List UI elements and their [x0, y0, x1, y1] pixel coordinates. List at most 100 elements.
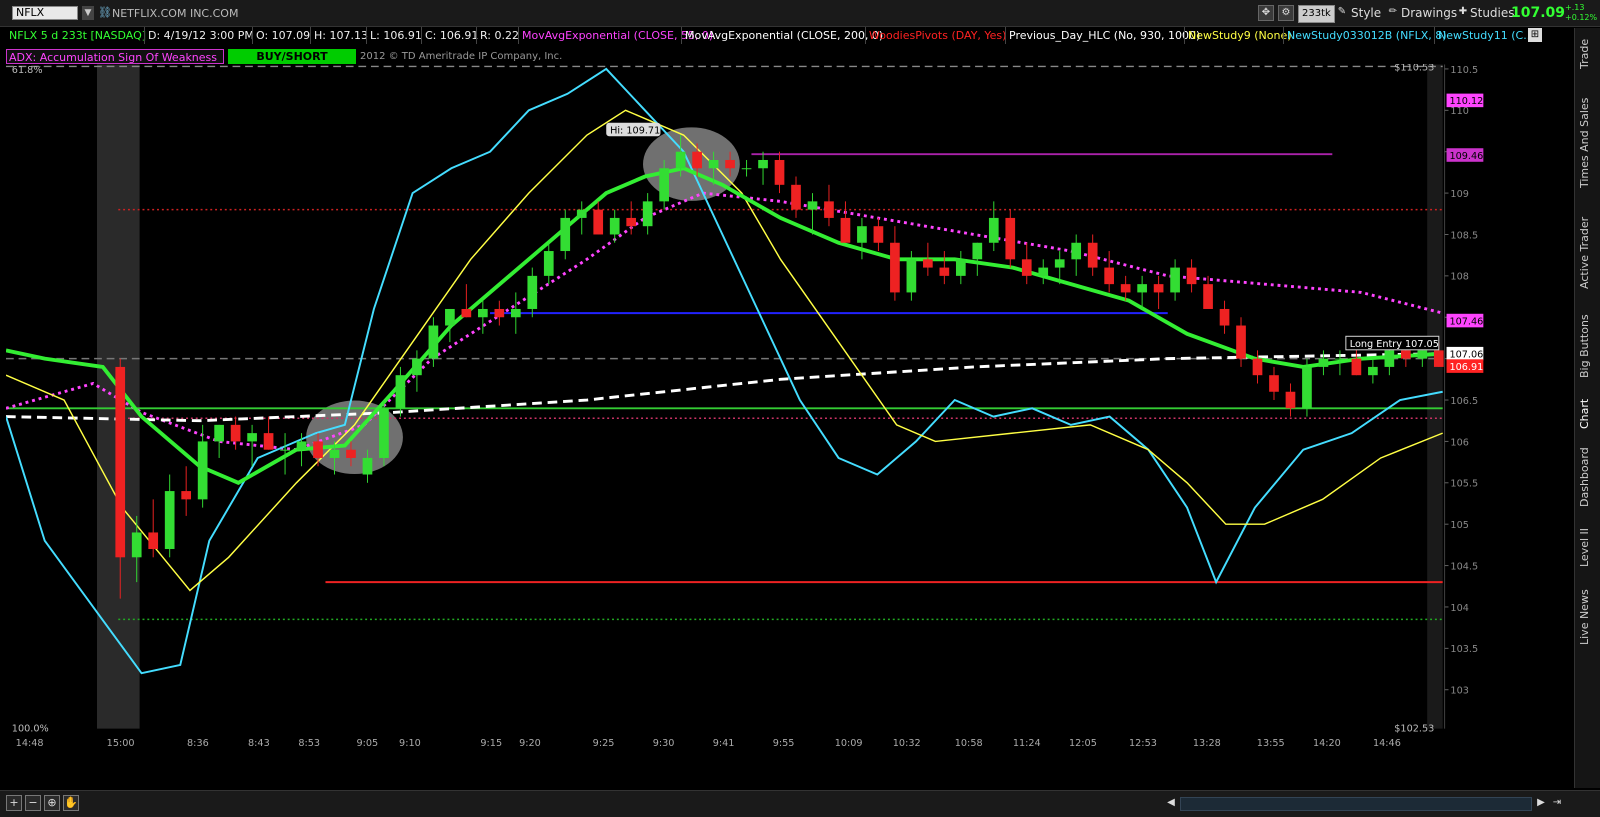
y-tick-label: 109 — [1450, 189, 1468, 200]
scroll-right-icon[interactable]: ▶ — [1534, 796, 1548, 810]
study-newstudy9[interactable]: NewStudy9 (None) — [1184, 27, 1292, 44]
candle-body — [461, 308, 472, 318]
wrench-icon[interactable]: ⚙ — [1278, 5, 1294, 21]
tab-live-news[interactable]: Live News — [1578, 582, 1598, 652]
tab-big-buttons[interactable]: Big Buttons — [1578, 306, 1598, 386]
candle-body — [824, 201, 834, 218]
y-tick-label: 108 — [1450, 272, 1468, 283]
bar-close: C: 106.91 — [421, 27, 478, 44]
study-newstudy11[interactable]: NewStudy11 (C... — [1434, 27, 1534, 44]
x-tick-label: 8:53 — [298, 738, 320, 749]
hand-icon[interactable]: ✋ — [63, 795, 79, 811]
buy-short-signal: BUY/SHORT — [228, 49, 356, 64]
style-icon[interactable]: ✎ — [1334, 5, 1350, 21]
bar-open: O: 107.09 — [252, 27, 310, 44]
candle-body — [1368, 366, 1378, 376]
candle-body — [1104, 267, 1115, 285]
study-bar: NFLX 5 d 233t [NASDAQ] D: 4/19/12 3:00 P… — [6, 27, 1542, 44]
candle-body — [758, 159, 768, 169]
candle-body — [379, 408, 389, 458]
candle-body — [741, 168, 752, 170]
candle-body — [395, 375, 406, 409]
x-tick-label: 14:46 — [1373, 738, 1401, 749]
scroll-left-icon[interactable]: ◀ — [1164, 796, 1178, 810]
tab-times-and-sales[interactable]: Times And Sales — [1578, 88, 1598, 198]
candle-body — [1087, 242, 1098, 268]
studies-button[interactable]: Studies — [1470, 5, 1515, 21]
scroll-end-icon[interactable]: ⇥ — [1550, 796, 1564, 810]
studies-icon[interactable]: ✚ — [1455, 5, 1471, 21]
candle-body — [1186, 267, 1197, 285]
candle-body — [1219, 308, 1230, 326]
tick-badge[interactable]: 233tk — [1298, 5, 1335, 23]
candle-body — [543, 251, 554, 276]
symbol-dropdown-icon[interactable]: ▼ — [82, 6, 94, 20]
study-ema200[interactable]: MovAvgExponential (CLOSE, 200, 0) — [681, 27, 883, 44]
link-icon[interactable]: ⛓ — [98, 6, 112, 20]
x-tick-label: 12:53 — [1129, 738, 1157, 749]
candle-body — [988, 217, 999, 243]
candle-body — [1153, 284, 1164, 293]
zoom-out-icon[interactable]: − — [25, 795, 41, 811]
candle-body — [263, 433, 274, 450]
candle-body — [313, 441, 323, 458]
magnify-icon[interactable]: ⊕ — [44, 795, 60, 811]
candle-body — [280, 449, 290, 451]
candle-body — [642, 201, 653, 227]
drawings-button[interactable]: Drawings — [1401, 5, 1457, 21]
company-name: NETFLIX.COM INC.COM — [112, 7, 239, 20]
price-chart[interactable]: 103103.5104104.5105105.5106106.5107107.5… — [6, 64, 1524, 764]
candle-body — [362, 457, 373, 475]
candle-body — [626, 217, 637, 227]
fib-bottom-label: 100.0% — [12, 724, 49, 735]
x-tick-label: 12:05 — [1069, 738, 1097, 749]
candle-body — [857, 226, 867, 243]
chart-settings-icon[interactable]: ⊞ — [1528, 28, 1542, 42]
long-entry-text: Long Entry 107.05 — [1350, 339, 1439, 350]
crosshair-icon[interactable]: ✥ — [1258, 5, 1274, 21]
candle-body — [1071, 242, 1082, 260]
y-tick-label: 103 — [1450, 686, 1468, 697]
bar-low: L: 106.91 — [366, 27, 422, 44]
candle-body — [1433, 350, 1444, 367]
x-tick-label: 9:15 — [480, 738, 502, 749]
candle-body — [939, 267, 950, 276]
zoom-in-icon[interactable]: + — [6, 795, 22, 811]
style-button[interactable]: Style — [1351, 5, 1381, 21]
change-percent: +0.12% — [1565, 13, 1598, 22]
candle-body — [230, 424, 241, 442]
last-price: 107.09 — [1511, 5, 1566, 21]
candle-body — [1384, 350, 1395, 367]
candle-body — [890, 242, 900, 293]
candle-body — [197, 441, 208, 500]
tab-level-ii[interactable]: Level II — [1578, 522, 1598, 572]
tab-active-trader[interactable]: Active Trader — [1578, 208, 1598, 298]
y-tick-label: 105 — [1450, 520, 1468, 531]
candle-body — [955, 259, 966, 276]
candle-body — [692, 151, 702, 169]
candle-body — [329, 449, 340, 458]
candle-body — [494, 308, 505, 318]
x-tick-label: 8:36 — [187, 738, 209, 749]
candle-body — [873, 226, 884, 243]
study-newstudy033012b[interactable]: NewStudy033012B (NFLX, 8) — [1283, 27, 1447, 44]
hi-annotation-text: Hi: 109.71 — [610, 125, 660, 136]
tab-trade[interactable]: Trade — [1578, 34, 1598, 74]
price-badge-text: 109.46 — [1449, 151, 1483, 162]
tab-dashboard[interactable]: Dashboard — [1578, 442, 1598, 512]
candle-body — [1170, 267, 1180, 293]
x-tick-label: 9:20 — [519, 738, 541, 749]
y-tick-label: 110.5 — [1450, 65, 1478, 76]
candle-body — [247, 433, 257, 442]
candle-body — [428, 325, 439, 359]
time-scrollbar[interactable] — [1180, 797, 1532, 811]
x-tick-label: 10:09 — [835, 738, 863, 749]
tab-chart[interactable]: Chart — [1578, 394, 1598, 434]
right-edge-shade — [1427, 64, 1443, 729]
symbol-input[interactable]: NFLX — [12, 6, 78, 20]
study-previous-day-hlc[interactable]: Previous_Day_HLC (No, 930, 1000) — [1005, 27, 1200, 44]
candle-body — [560, 217, 571, 252]
drawings-icon[interactable]: ✏ — [1385, 5, 1401, 21]
study-woodies-pivots[interactable]: WoodiesPivots (DAY, Yes) — [865, 27, 1006, 44]
candle-body — [609, 217, 620, 235]
